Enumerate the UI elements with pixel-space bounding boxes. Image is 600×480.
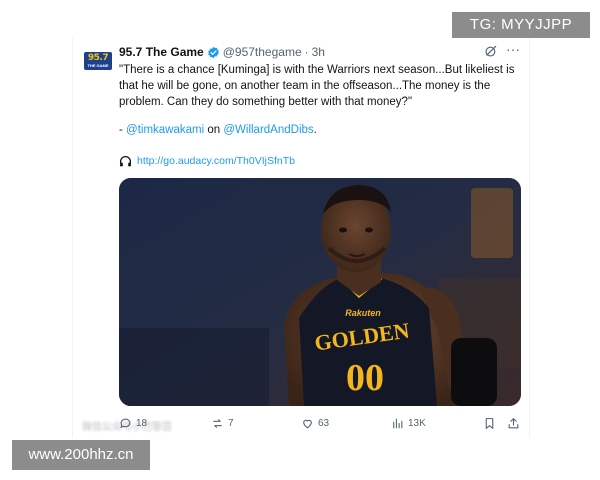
share-icon bbox=[508, 417, 519, 428]
tweet-header: 95.7 The Game @957thegame · 3h bbox=[119, 44, 325, 60]
avatar[interactable]: 95.7 THE GAME bbox=[84, 52, 112, 70]
watermark-top: TG: MYYJJPP bbox=[452, 12, 590, 38]
tweet-actions: 18 7 63 13K bbox=[119, 414, 524, 432]
bookmark-button[interactable] bbox=[483, 414, 500, 432]
like-count: 63 bbox=[318, 417, 330, 429]
repost-count: 7 bbox=[228, 417, 234, 429]
attribution-prefix: - bbox=[119, 124, 127, 136]
audio-link-row: http://go.audacy.com/Th0VIjSfnTb bbox=[119, 153, 295, 169]
share-button[interactable] bbox=[507, 414, 524, 432]
watermark-bottom: www.200hhz.cn bbox=[12, 440, 150, 470]
attribution-suffix: . bbox=[313, 124, 317, 136]
avatar-logo-number: 95.7 bbox=[87, 53, 109, 63]
repost-icon bbox=[213, 418, 222, 428]
timestamp[interactable]: 3h bbox=[312, 45, 325, 59]
views-icon bbox=[393, 418, 403, 428]
jersey-sponsor: Rakuten bbox=[345, 308, 381, 318]
like-icon bbox=[303, 419, 312, 428]
display-name[interactable]: 95.7 The Game bbox=[119, 45, 204, 59]
bookmark-icon bbox=[485, 417, 494, 429]
reply-button[interactable]: 18 bbox=[119, 414, 147, 432]
repost-button[interactable]: 7 bbox=[211, 414, 234, 432]
more-icon[interactable]: ··· bbox=[506, 42, 520, 56]
tweet-quote: "There is a chance [Kuminga] is with the… bbox=[119, 64, 515, 108]
avatar-logo-subtitle: THE GAME bbox=[87, 63, 109, 68]
grok-icon[interactable] bbox=[484, 44, 498, 58]
views-count: 13K bbox=[408, 417, 426, 429]
tweet-text: "There is a chance [Kuminga] is with the… bbox=[119, 62, 524, 110]
tweet-attribution: - @timkawakami on @WillardAndDibs. bbox=[119, 122, 317, 138]
separator-dot: · bbox=[304, 45, 309, 59]
player-photo: Rakuten GOLDEN 00 bbox=[119, 178, 521, 406]
headphones-icon bbox=[119, 155, 132, 166]
attribution-middle: on bbox=[204, 124, 224, 136]
reply-count: 18 bbox=[136, 417, 148, 429]
mention-willardanddibs[interactable]: @WillardAndDibs bbox=[223, 124, 313, 136]
handle[interactable]: @957thegame bbox=[223, 45, 302, 59]
reply-icon bbox=[120, 418, 131, 428]
tweet-media-photo[interactable]: Rakuten GOLDEN 00 bbox=[119, 178, 521, 406]
audacy-link[interactable]: http://go.audacy.com/Th0VIjSfnTb bbox=[137, 153, 295, 169]
jersey-number: 00 bbox=[346, 357, 384, 399]
like-button[interactable]: 63 bbox=[301, 414, 329, 432]
mention-timkawakami[interactable]: @timkawakami bbox=[126, 124, 204, 136]
verified-badge-icon bbox=[207, 46, 219, 58]
views-button[interactable]: 13K bbox=[391, 414, 426, 432]
